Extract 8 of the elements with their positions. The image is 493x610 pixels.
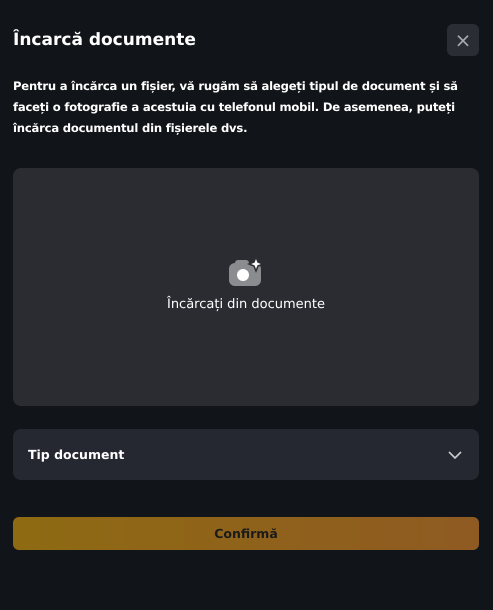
upload-label: Încărcați din documente xyxy=(166,296,326,312)
upload-area[interactable]: Încărcați din documente xyxy=(13,168,479,406)
description-text: Pentru a încărca un fișier, vă rugăm să alegeți tipul de document și să faceți o fotografie a acestuia cu telefonul mobil. De asemenea, puteți încărca documentul din fișierele dvs. xyxy=(13,78,459,137)
close-button[interactable]: × xyxy=(447,24,479,56)
document-type-dropdown[interactable]: Tip document xyxy=(13,429,479,480)
chevron-icon xyxy=(448,450,462,458)
camera-icon xyxy=(228,256,264,286)
dialog-title: Încarcă documente xyxy=(13,30,196,50)
